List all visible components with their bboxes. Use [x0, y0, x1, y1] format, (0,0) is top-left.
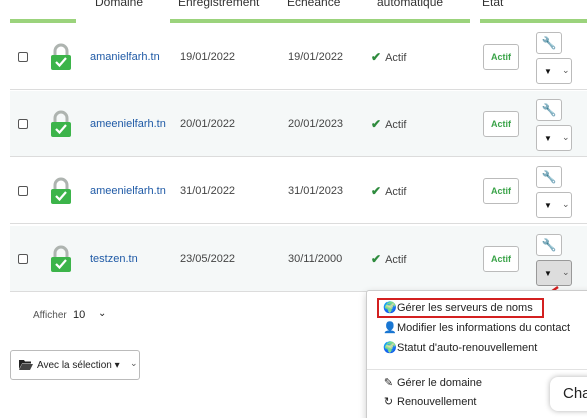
- row-checkbox[interactable]: [18, 254, 28, 264]
- table-header: Domaine Enregistrement Echéance automati…: [10, 0, 587, 24]
- auto-renew-label: Actif: [385, 186, 407, 198]
- pencil-icon: ✎: [383, 377, 394, 389]
- table-row: testzen.tn 23/05/2022 30/11/2000 ✔ Actif …: [10, 226, 587, 292]
- lock-icon: [51, 245, 71, 272]
- menu-item-manage-domain[interactable]: ✎ Gérer le domaine: [383, 376, 482, 389]
- table-row: ameenielfarh.tn 31/01/2022 31/01/2023 ✔ A…: [10, 158, 587, 224]
- caret-down-icon: ▼: [544, 201, 552, 210]
- caret-down-icon: ▼: [544, 134, 552, 143]
- check-icon: ✔: [371, 252, 382, 266]
- expiry-date: 20/01/2023: [288, 118, 344, 130]
- domains-page: Domaine Enregistrement Echéance automati…: [0, 0, 587, 418]
- menu-item-auto-renew-status[interactable]: 🌍Statut d'auto-renouvellement: [383, 341, 537, 354]
- bulk-action-label: Avec la sélection ▾: [37, 360, 120, 371]
- chevron-down-icon: ⌄: [130, 358, 138, 368]
- registration-date: 31/01/2022: [180, 185, 236, 197]
- auto-renew-status: ✔ Actif: [371, 117, 406, 131]
- state-badge: Actif: [483, 178, 519, 204]
- domain-link[interactable]: ameenielfarh.tn: [90, 185, 166, 197]
- lock-icon: [51, 43, 71, 70]
- auto-renew-status: ✔ Actif: [371, 184, 406, 198]
- state-badge: Actif: [483, 44, 519, 70]
- row-checkbox[interactable]: [18, 52, 28, 62]
- expiry-date: 19/01/2022: [288, 51, 344, 63]
- per-page-value: 10: [73, 309, 86, 321]
- row-checkbox[interactable]: [18, 186, 28, 196]
- registration-date: 20/01/2022: [180, 118, 236, 130]
- header-domain[interactable]: Domaine: [95, 0, 143, 15]
- chat-widget[interactable]: Cha: [550, 377, 587, 411]
- expiry-date: 31/01/2023: [288, 185, 344, 197]
- row-actions-dropdown[interactable]: ▼ ⌄: [536, 125, 572, 151]
- header-underline: [480, 19, 587, 23]
- row-actions-dropdown[interactable]: ▼ ⌄: [536, 260, 572, 286]
- expiry-date: 30/11/2000: [288, 253, 343, 265]
- row-actions-dropdown[interactable]: ▼ ⌄: [536, 192, 572, 218]
- caret-down-icon: ▼: [544, 67, 552, 76]
- per-page-select[interactable]: 10 ⌄: [65, 305, 113, 327]
- header-registration[interactable]: Enregistrement: [178, 0, 259, 15]
- user-icon: 👤: [383, 322, 397, 334]
- check-icon: ✔: [371, 50, 382, 64]
- domain-link[interactable]: amanielfarh.tn: [90, 51, 160, 63]
- table-row: amanielfarh.tn 19/01/2022 19/01/2022 ✔ Ac…: [10, 24, 587, 90]
- menu-item-manage-nameservers[interactable]: 🌍Gérer les serveurs de noms: [377, 298, 544, 318]
- bulk-action-button[interactable]: Avec la sélection ▾ ⌄: [10, 350, 140, 380]
- state-badge: Actif: [483, 246, 519, 272]
- chevron-down-icon: ⌄: [98, 308, 107, 319]
- table-row: ameenielfarh.tn 20/01/2022 20/01/2023 ✔ A…: [10, 91, 587, 157]
- wrench-icon[interactable]: 🔧: [536, 166, 562, 188]
- domain-link[interactable]: testzen.tn: [90, 253, 138, 265]
- auto-renew-label: Actif: [385, 119, 407, 131]
- state-badge: Actif: [483, 111, 519, 137]
- wrench-icon[interactable]: 🔧: [536, 32, 562, 54]
- menu-item-edit-contact[interactable]: 👤Modifier les informations du contact: [383, 321, 570, 334]
- show-label: Afficher: [33, 310, 67, 321]
- check-icon: ✔: [371, 184, 382, 198]
- lock-icon: [51, 177, 71, 204]
- menu-item-renewal[interactable]: ↻ Renouvellement: [383, 395, 477, 408]
- auto-renew-status: ✔ Actif: [371, 252, 406, 266]
- header-underline: [10, 19, 76, 23]
- menu-divider: [367, 369, 587, 370]
- chevron-down-icon: ⌄: [562, 199, 570, 209]
- row-checkbox[interactable]: [18, 119, 28, 129]
- wrench-icon[interactable]: 🔧: [536, 99, 562, 121]
- row-actions-dropdown[interactable]: ▼ ⌄: [536, 58, 572, 84]
- chevron-down-icon: ⌄: [562, 65, 570, 75]
- registration-date: 23/05/2022: [180, 253, 236, 265]
- lock-icon: [51, 110, 71, 137]
- caret-down-icon: ▼: [544, 269, 552, 278]
- header-expiry[interactable]: Echéance: [287, 0, 340, 15]
- wrench-icon[interactable]: 🔧: [536, 234, 562, 256]
- refresh-icon: ↻: [383, 396, 394, 408]
- auto-renew-status: ✔ Actif: [371, 50, 406, 64]
- auto-renew-label: Actif: [385, 254, 407, 266]
- globe-icon: 🌍: [383, 342, 397, 354]
- folder-open-icon: [19, 360, 33, 370]
- registration-date: 19/01/2022: [180, 51, 236, 63]
- header-underline: [170, 19, 470, 23]
- domain-link[interactable]: ameenielfarh.tn: [90, 118, 166, 130]
- chevron-down-icon: ⌄: [562, 267, 570, 277]
- header-state[interactable]: Etat: [482, 0, 503, 15]
- globe-icon: 🌍: [383, 302, 397, 314]
- header-auto-renew[interactable]: automatique: [377, 0, 443, 15]
- auto-renew-label: Actif: [385, 52, 407, 64]
- chevron-down-icon: ⌄: [562, 132, 570, 142]
- check-icon: ✔: [371, 117, 382, 131]
